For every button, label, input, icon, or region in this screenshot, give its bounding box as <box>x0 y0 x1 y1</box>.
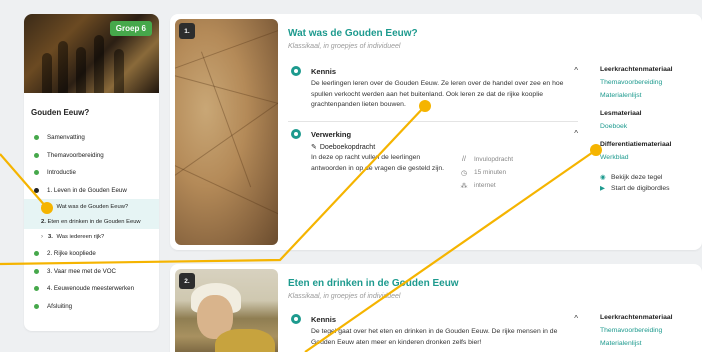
sidebar-item-afsluiting[interactable]: Afsluiting <box>24 298 159 316</box>
kennis-icon <box>291 66 301 76</box>
verwerking-header[interactable]: Verwerking <box>288 129 578 139</box>
lesson-tile-1: 1. Wat was de Gouden Eeuw? Klassikaal, i… <box>170 14 702 250</box>
eye-icon: ◉ <box>600 174 606 181</box>
tile-number-badge: 2. <box>179 273 195 289</box>
kennis-section: Kennis ^ De leerlingen leren over de Gou… <box>288 66 578 111</box>
tile-number-badge: 1. <box>179 23 195 39</box>
bullet-icon <box>34 286 39 292</box>
bullet-icon <box>34 170 39 176</box>
chevron-up-icon[interactable]: ^ <box>574 314 578 323</box>
bullet-icon <box>34 135 39 141</box>
tile-title[interactable]: Eten en drinken in de Gouden Eeuw <box>288 278 459 289</box>
bullet-icon <box>34 268 39 274</box>
theme-title: Gouden Eeuw? <box>31 108 90 117</box>
pencil-icon: // <box>462 156 466 163</box>
materials-panel: Leerkrachtenmateriaal Themavoorbereiding… <box>600 314 700 352</box>
sidebar-item-samenvatting[interactable]: Samenvatting <box>24 129 159 147</box>
tile-title[interactable]: Wat was de Gouden Eeuw? <box>288 28 418 39</box>
kennis-section: Kennis ^ De tegel gaat over het eten en … <box>288 314 578 348</box>
kennis-header[interactable]: Kennis <box>288 314 578 324</box>
bullet-icon <box>34 187 39 193</box>
tile-subtitle: Klassikaal, in groepjes of individueel <box>288 43 401 50</box>
sidebar-subitem-1[interactable]: › 1. Wat was de Gouden Eeuw? <box>24 199 159 215</box>
bullet-icon <box>34 152 39 158</box>
chevron-up-icon[interactable]: ^ <box>574 66 578 75</box>
sidebar-subitem-3[interactable]: › 3. Was iedereen rijk? <box>24 229 159 245</box>
start-digibord-button[interactable]: ▶ Start de digibordles <box>600 183 700 194</box>
sidebar-item-koopliede[interactable]: 2. Rijke koopliede <box>24 245 159 263</box>
lesson-sidebar: Groep 6 Gouden Eeuw? Samenvatting Themav… <box>24 14 159 331</box>
sidebar-item-leven[interactable]: 1. Leven in de Gouden Eeuw <box>24 182 159 200</box>
lesson-tile-2: 2. Eten en drinken in de Gouden Eeuw Kla… <box>170 264 702 352</box>
chevron-right-icon: › <box>41 204 43 210</box>
task-description: In deze op racht vullen de leerlingen an… <box>311 154 445 172</box>
grade-badge: Groep 6 <box>109 21 152 36</box>
sidebar-subitem-2[interactable]: 2. Eten en drinken in de Gouden Eeuw <box>24 215 159 229</box>
bullet-icon <box>34 303 39 309</box>
lesson-image: 2. <box>175 269 278 352</box>
leerkracht-heading: Leerkrachtenmateriaal <box>600 66 673 73</box>
sidebar-item-voc[interactable]: 3. Vaar mee met de VOC <box>24 263 159 281</box>
task-title: ✎ Doeboekopdracht <box>311 143 376 152</box>
task-meta: //Invulopdracht ◷ 15 minuten ⁂ internet <box>458 153 514 192</box>
chevron-right-icon: › <box>41 234 43 240</box>
theme-image: Groep 6 <box>24 14 159 93</box>
link-themavoorbereiding[interactable]: Themavoorbereiding <box>600 324 700 337</box>
divider <box>288 121 578 122</box>
link-materialenlijst[interactable]: Materialenlijst <box>600 337 700 350</box>
link-doeboek[interactable]: Doeboek <box>600 120 700 133</box>
link-themavoorbereiding[interactable]: Themavoorbereiding <box>600 76 700 89</box>
view-tile-button[interactable]: ◉ Bekijk deze tegel <box>600 172 700 183</box>
leerkracht-heading: Leerkrachtenmateriaal <box>600 314 673 321</box>
kennis-text: De leerlingen leren over de Gouden Eeuw.… <box>311 80 564 108</box>
sidebar-item-introductie[interactable]: Introductie <box>24 164 159 182</box>
link-werkblad[interactable]: Werkblad <box>600 151 700 164</box>
network-icon: ⁂ <box>460 182 468 190</box>
verwerking-icon <box>291 129 301 139</box>
differentiatie-heading: Differentiatiemateriaal <box>600 141 672 148</box>
bullet-icon <box>34 251 39 257</box>
materials-panel: Leerkrachtenmateriaal Themavoorbereiding… <box>600 66 700 194</box>
verwerking-section: Verwerking ^ ✎ Doeboekopdracht In deze op… <box>288 129 578 192</box>
tile-subtitle: Klassikaal, in groepjes of individueel <box>288 293 401 300</box>
doeboek-icon: ✎ <box>311 144 317 151</box>
sidebar-item-themavoorbereiding[interactable]: Themavoorbereiding <box>24 147 159 165</box>
kennis-header[interactable]: Kennis <box>288 66 578 76</box>
lesson-image: 1. <box>175 19 278 245</box>
play-icon: ▶ <box>600 185 605 192</box>
link-materialenlijst[interactable]: Materialenlijst <box>600 89 700 102</box>
lesmateriaal-heading: Lesmateriaal <box>600 110 642 117</box>
chevron-up-icon[interactable]: ^ <box>574 129 578 138</box>
clock-icon: ◷ <box>460 169 468 177</box>
kennis-text: De tegel gaat over het eten en drinken i… <box>311 328 558 346</box>
kennis-icon <box>291 314 301 324</box>
sidebar-item-meesterwerken[interactable]: 4. Eeuwenoude meesterwerken <box>24 280 159 298</box>
